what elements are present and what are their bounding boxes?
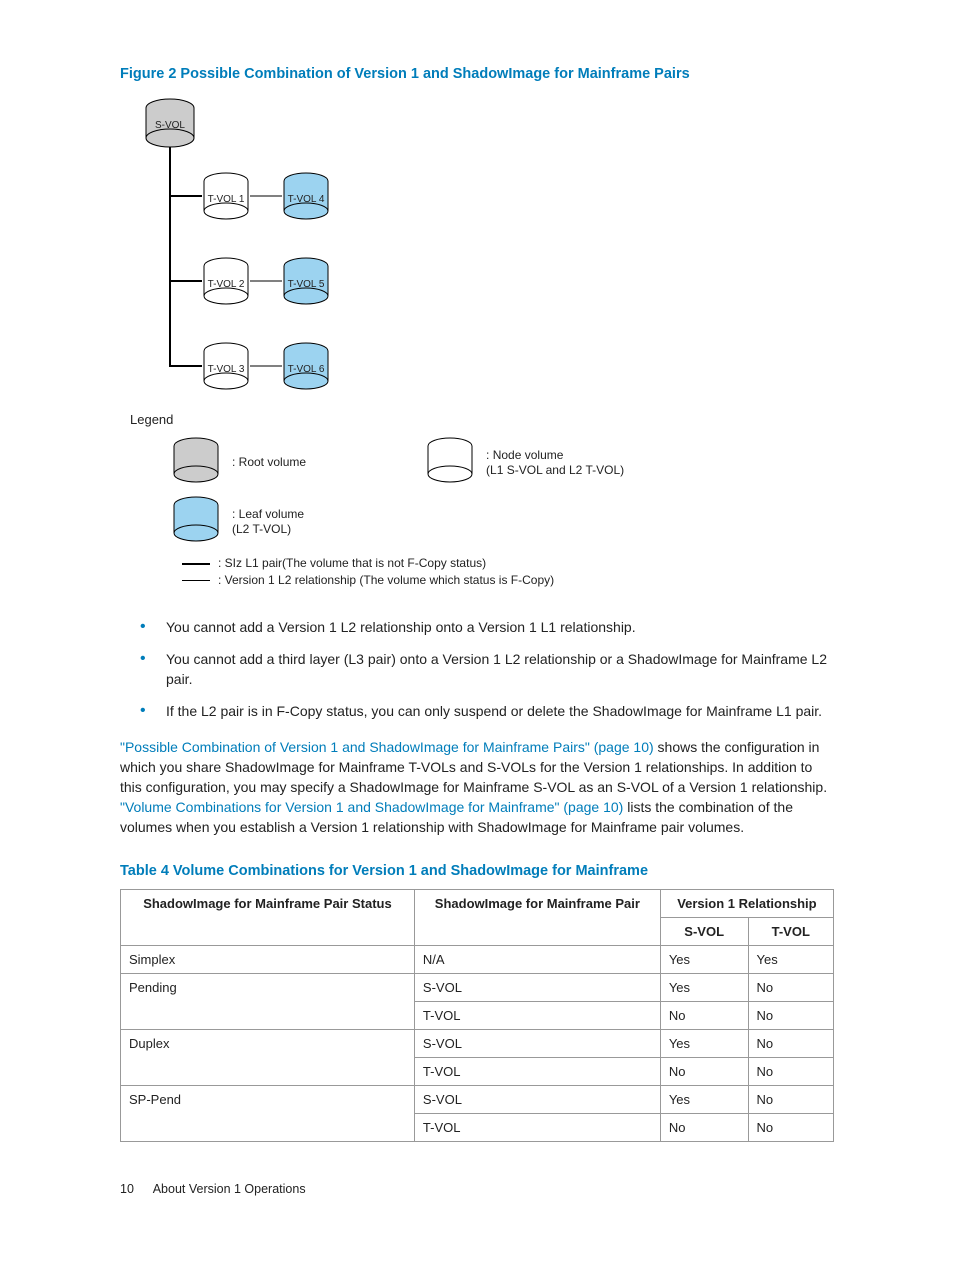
tvol6-label: T-VOL 6 [282, 364, 330, 375]
cell: T-VOL [414, 1002, 660, 1030]
cell: No [748, 1002, 833, 1030]
cell: Duplex [121, 1030, 415, 1086]
tvol2-label: T-VOL 2 [202, 279, 250, 290]
legend-title: Legend [130, 412, 834, 427]
table-row: Pending S-VOL Yes No [121, 974, 834, 1002]
cell: Yes [660, 1086, 748, 1114]
tvol4-label: T-VOL 4 [282, 194, 330, 205]
cell: T-VOL [414, 1114, 660, 1142]
thin-line-icon [182, 580, 210, 581]
table-row: SP-Pend S-VOL Yes No [121, 1086, 834, 1114]
root-volume-icon [172, 437, 220, 488]
page-number: 10 [120, 1182, 134, 1196]
cell: No [748, 1030, 833, 1058]
table-title: Table 4 Volume Combinations for Version … [120, 863, 834, 879]
page-footer: 10 About Version 1 Operations [120, 1182, 834, 1196]
cell: Pending [121, 974, 415, 1030]
th-pair: ShadowImage for Mainframe Pair [414, 890, 660, 946]
tvol3-label: T-VOL 3 [202, 364, 250, 375]
list-item: You cannot add a third layer (L3 pair) o… [166, 649, 834, 689]
section-title: About Version 1 Operations [153, 1182, 306, 1196]
cell: No [660, 1114, 748, 1142]
tvol2-cylinder: T-VOL 2 [202, 257, 250, 307]
thick-line-icon [182, 563, 210, 565]
svol-label: S-VOL [144, 120, 196, 131]
cell: T-VOL [414, 1058, 660, 1086]
body-paragraph: "Possible Combination of Version 1 and S… [120, 737, 834, 837]
cell: No [748, 974, 833, 1002]
leaf-volume-icon [172, 496, 220, 547]
figure-title: Figure 2 Possible Combination of Version… [120, 66, 834, 82]
svol-cylinder: S-VOL [144, 98, 196, 150]
list-item: You cannot add a Version 1 L2 relationsh… [166, 617, 834, 637]
tvol1-cylinder: T-VOL 1 [202, 172, 250, 222]
tvol6-cylinder: T-VOL 6 [282, 342, 330, 392]
cell: Yes [660, 974, 748, 1002]
tvol4-cylinder: T-VOL 4 [282, 172, 330, 222]
cell: No [660, 1058, 748, 1086]
th-tvol: T-VOL [748, 918, 833, 946]
cell: Yes [660, 1030, 748, 1058]
legend-node-text: : Node volume (L1 S-VOL and L2 T-VOL) [486, 448, 624, 478]
cell: Yes [660, 946, 748, 974]
legend-root-text: : Root volume [232, 455, 306, 470]
table-row: Simplex N/A Yes Yes [121, 946, 834, 974]
diagram-figure: S-VOL T-VOL 1 T-VOL 2 T-VOL 3 T-VOL 4 T-… [130, 96, 650, 406]
tvol3-cylinder: T-VOL 3 [202, 342, 250, 392]
tvol5-cylinder: T-VOL 5 [282, 257, 330, 307]
link-table-ref[interactable]: "Volume Combinations for Version 1 and S… [120, 799, 623, 815]
tvol5-label: T-VOL 5 [282, 279, 330, 290]
cell: S-VOL [414, 1086, 660, 1114]
table-row: Duplex S-VOL Yes No [121, 1030, 834, 1058]
cell: N/A [414, 946, 660, 974]
th-relationship: Version 1 Relationship [660, 890, 833, 918]
bullet-list: You cannot add a Version 1 L2 relationsh… [120, 617, 834, 721]
th-status: ShadowImage for Mainframe Pair Status [121, 890, 415, 946]
cell: S-VOL [414, 974, 660, 1002]
cell: Simplex [121, 946, 415, 974]
legend-l2-text: : Version 1 L2 relationship (The volume … [218, 573, 554, 587]
node-volume-icon [426, 437, 474, 488]
link-figure-ref[interactable]: "Possible Combination of Version 1 and S… [120, 739, 654, 755]
cell: Yes [748, 946, 833, 974]
cell: S-VOL [414, 1030, 660, 1058]
cell: No [748, 1058, 833, 1086]
volume-combinations-table: ShadowImage for Mainframe Pair Status Sh… [120, 889, 834, 1142]
cell: No [748, 1086, 833, 1114]
cell: No [660, 1002, 748, 1030]
legend-leaf-text: : Leaf volume (L2 T-VOL) [232, 507, 304, 537]
cell: No [748, 1114, 833, 1142]
th-svol: S-VOL [660, 918, 748, 946]
legend: Legend : Root volume : Node volume (L1 S… [130, 412, 834, 589]
legend-l1-text: : SIz L1 pair(The volume that is not F-C… [218, 556, 486, 570]
tvol1-label: T-VOL 1 [202, 194, 250, 205]
cell: SP-Pend [121, 1086, 415, 1142]
list-item: If the L2 pair is in F-Copy status, you … [166, 701, 834, 721]
